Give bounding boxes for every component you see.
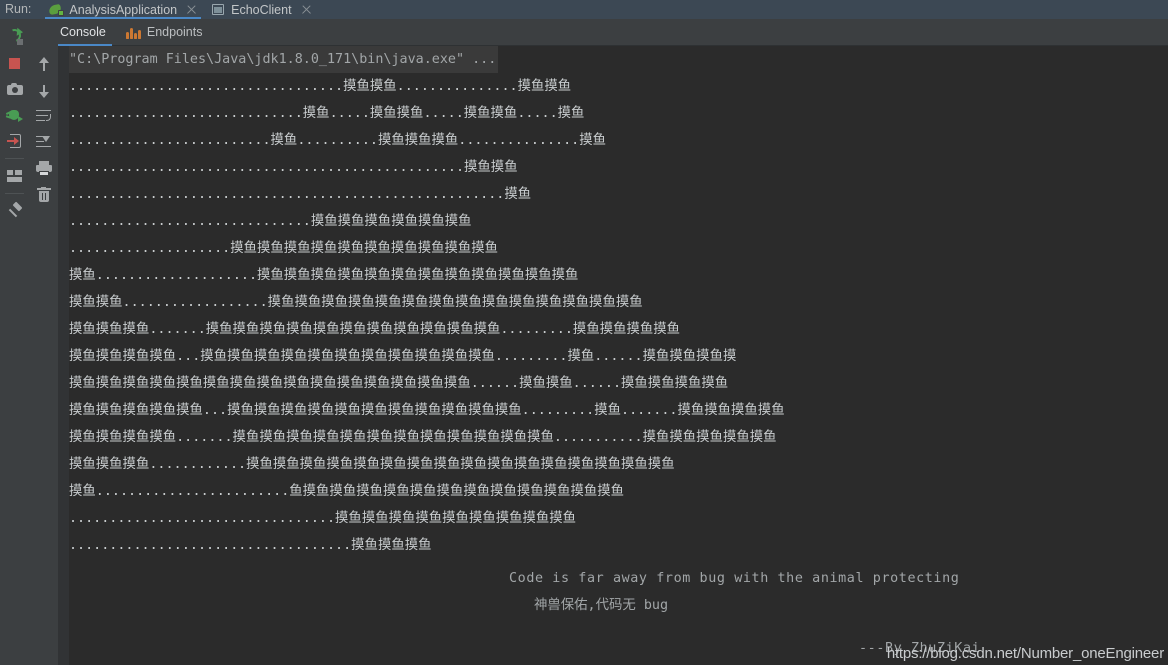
run-tab-echoclient[interactable]: EchoClient bbox=[203, 0, 317, 19]
clear-all-button[interactable] bbox=[31, 181, 57, 207]
ascii-art-line: 摸鱼摸鱼摸鱼摸鱼.......摸鱼摸鱼摸鱼摸鱼摸鱼摸鱼摸鱼摸鱼摸鱼摸鱼摸鱼摸鱼.… bbox=[69, 430, 777, 445]
arrow-down-icon bbox=[37, 83, 51, 98]
scroll-to-end-button[interactable] bbox=[31, 129, 57, 155]
up-stack-button[interactable] bbox=[31, 51, 57, 77]
close-icon[interactable] bbox=[186, 4, 197, 15]
screenshot-button[interactable] bbox=[2, 76, 28, 102]
toolbar-divider bbox=[5, 193, 24, 194]
window-icon bbox=[211, 2, 226, 17]
tab-endpoints[interactable]: Endpoints bbox=[116, 19, 213, 46]
ascii-art-line: ..................................摸鱼摸鱼..… bbox=[69, 79, 572, 94]
spring-boot-icon bbox=[48, 2, 65, 17]
ascii-art-line: 摸鱼摸鱼摸鱼摸鱼摸鱼摸鱼摸鱼摸鱼摸鱼摸鱼摸鱼摸鱼摸鱼摸鱼摸鱼......摸鱼摸鱼… bbox=[69, 376, 729, 391]
run-tool-window: Run: AnalysisApplication EchoClient ▶ Co… bbox=[0, 0, 1168, 665]
console-toolbar-secondary bbox=[29, 19, 58, 665]
ascii-art-line: ........................................… bbox=[69, 160, 518, 175]
camera-icon bbox=[6, 83, 23, 95]
ascii-art-line: .............................摸鱼.....摸鱼摸鱼… bbox=[69, 106, 585, 121]
ascii-art-line: ....................摸鱼摸鱼摸鱼摸鱼摸鱼摸鱼摸鱼摸鱼摸鱼摸鱼 bbox=[69, 241, 499, 256]
rerun-icon bbox=[5, 26, 23, 45]
stop-icon bbox=[9, 57, 20, 69]
ascii-art-line: ........................................… bbox=[69, 187, 532, 202]
debug-button[interactable] bbox=[2, 102, 28, 128]
down-stack-button[interactable] bbox=[31, 77, 57, 103]
ascii-art-line: 摸鱼....................摸鱼摸鱼摸鱼摸鱼摸鱼摸鱼摸鱼摸鱼摸鱼… bbox=[69, 268, 579, 283]
ascii-art-block: ..................................摸鱼摸鱼..… bbox=[69, 73, 1168, 559]
ascii-art-line: 摸鱼摸鱼摸鱼.......摸鱼摸鱼摸鱼摸鱼摸鱼摸鱼摸鱼摸鱼摸鱼摸鱼摸鱼.....… bbox=[69, 322, 681, 337]
command-line: "C:\Program Files\Java\jdk1.8.0_171\bin\… bbox=[69, 46, 499, 73]
run-tab-analysisapplication[interactable]: AnalysisApplication bbox=[41, 0, 203, 19]
rerun-button[interactable] bbox=[2, 24, 28, 50]
close-icon[interactable] bbox=[301, 4, 312, 15]
run-toolbar-primary bbox=[0, 19, 29, 665]
ascii-art-line: 摸鱼........................鱼摸鱼摸鱼摸鱼摸鱼摸鱼摸鱼摸… bbox=[69, 484, 625, 499]
pin-button[interactable] bbox=[2, 198, 28, 224]
stop-button[interactable] bbox=[2, 50, 28, 76]
run-tab-label: AnalysisApplication bbox=[69, 2, 178, 17]
ascii-art-line: 摸鱼摸鱼摸鱼摸鱼...摸鱼摸鱼摸鱼摸鱼摸鱼摸鱼摸鱼摸鱼摸鱼摸鱼摸鱼.......… bbox=[69, 349, 737, 364]
tab-endpoints-label: Endpoints bbox=[146, 25, 203, 39]
console-subtabbar: ▶ Console Endpoints bbox=[0, 19, 1168, 46]
attach-button[interactable] bbox=[2, 128, 28, 154]
scroll-to-end-icon bbox=[36, 135, 51, 149]
ascii-art-line: .........................摸鱼..........摸鱼摸… bbox=[69, 133, 606, 148]
message-english: Code is far away from bug with the anima… bbox=[509, 571, 960, 586]
console-output[interactable]: "C:\Program Files\Java\jdk1.8.0_171\bin\… bbox=[69, 46, 1168, 665]
ascii-art-line: .................................摸鱼摸鱼摸鱼摸… bbox=[69, 511, 577, 526]
soft-wrap-button[interactable] bbox=[31, 103, 57, 129]
ascii-art-line: ..............................摸鱼摸鱼摸鱼摸鱼摸鱼… bbox=[69, 214, 472, 229]
toolbar-divider bbox=[5, 158, 24, 159]
console-gutter bbox=[58, 46, 69, 665]
ascii-art-line: 摸鱼摸鱼摸鱼摸鱼摸鱼...摸鱼摸鱼摸鱼摸鱼摸鱼摸鱼摸鱼摸鱼摸鱼摸鱼摸鱼.....… bbox=[69, 403, 785, 418]
ascii-art-line: 摸鱼摸鱼..................摸鱼摸鱼摸鱼摸鱼摸鱼摸鱼摸鱼摸鱼摸鱼… bbox=[69, 295, 643, 310]
ascii-art-line: ...................................摸鱼摸鱼摸… bbox=[69, 538, 432, 553]
ascii-art-line: 摸鱼摸鱼摸鱼............摸鱼摸鱼摸鱼摸鱼摸鱼摸鱼摸鱼摸鱼摸鱼摸鱼摸鱼… bbox=[69, 457, 675, 472]
layout-icon bbox=[7, 170, 22, 182]
message-chinese: 神兽保佑,代码无 bug bbox=[534, 598, 669, 613]
print-icon bbox=[35, 160, 52, 176]
endpoints-icon bbox=[125, 26, 141, 39]
command-line-row: "C:\Program Files\Java\jdk1.8.0_171\bin\… bbox=[69, 46, 1168, 73]
layout-button[interactable] bbox=[2, 163, 28, 189]
bug-icon bbox=[5, 108, 23, 122]
pin-icon bbox=[7, 201, 23, 219]
run-label: Run: bbox=[5, 2, 32, 16]
print-button[interactable] bbox=[31, 155, 57, 181]
arrow-up-icon bbox=[37, 56, 51, 72]
run-tabbar: Run: AnalysisApplication EchoClient bbox=[0, 0, 1168, 19]
soft-wrap-icon bbox=[36, 109, 51, 123]
run-tab-label: EchoClient bbox=[231, 2, 292, 17]
trash-icon bbox=[36, 186, 51, 202]
enter-arrow-icon bbox=[7, 134, 22, 148]
watermark-url: https://blog.csdn.net/Number_oneEngineer bbox=[886, 645, 1164, 662]
tab-console-label: Console bbox=[60, 25, 106, 39]
